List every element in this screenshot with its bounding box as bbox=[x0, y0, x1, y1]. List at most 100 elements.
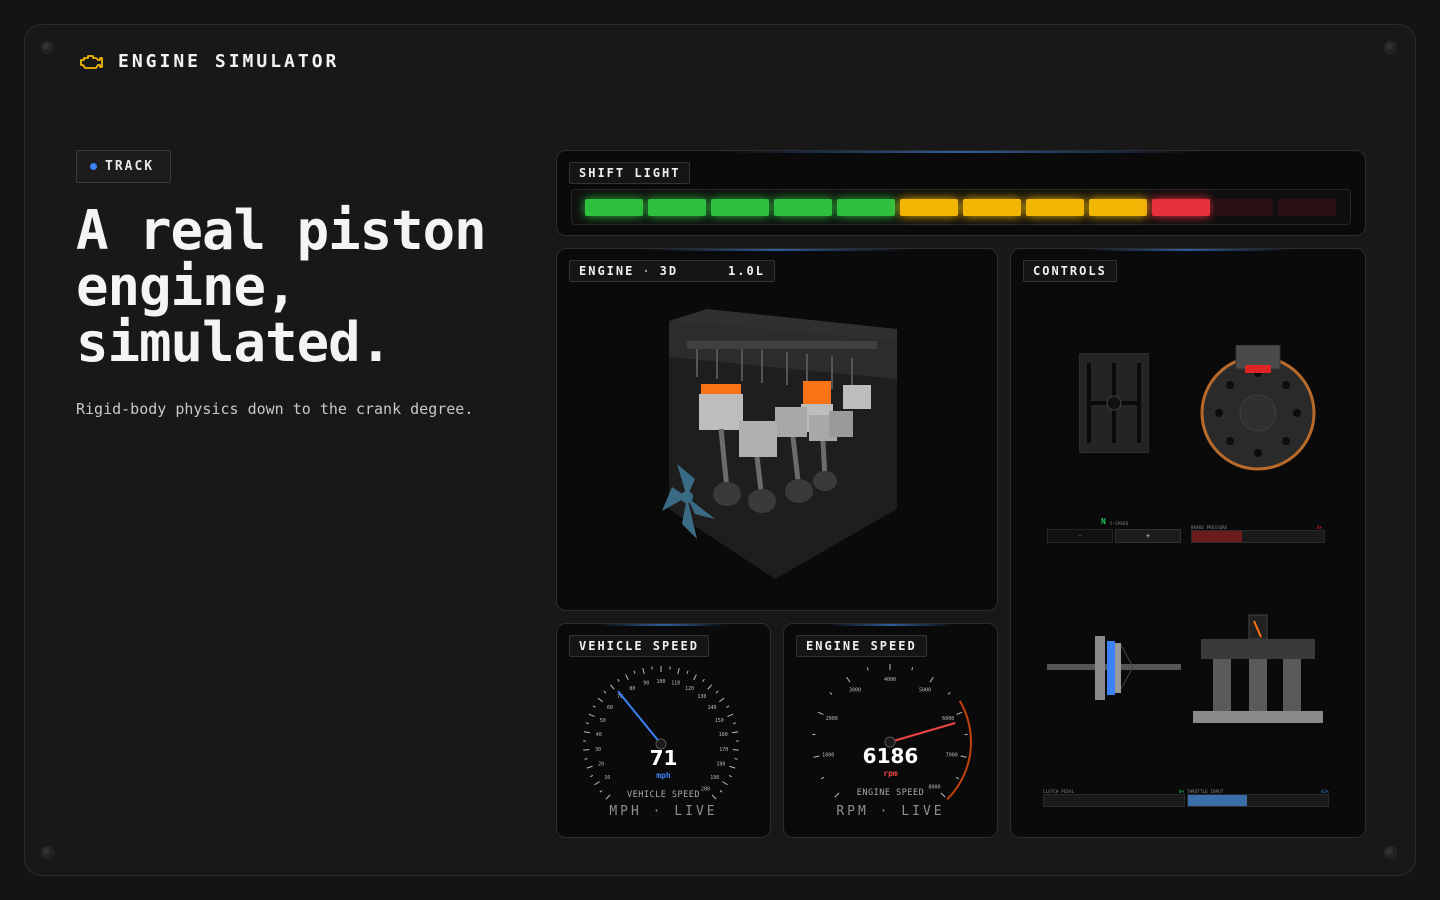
speed-tick-label: 120 bbox=[685, 686, 694, 692]
current-gear: N bbox=[1101, 517, 1107, 526]
panel-label: SHIFT LIGHT bbox=[569, 162, 691, 184]
rpm-tick-label: 4000 bbox=[884, 677, 896, 683]
engine-3d-viewport[interactable] bbox=[557, 249, 998, 611]
status-dot-icon bbox=[90, 163, 97, 170]
shift-led-1 bbox=[585, 198, 643, 216]
speed-unit: mph bbox=[656, 771, 671, 780]
speed-tick-label: 40 bbox=[596, 732, 602, 738]
shift-led-11 bbox=[1215, 198, 1273, 216]
gear-caption: 5-SPEED bbox=[1110, 521, 1129, 526]
screw-icon bbox=[1384, 41, 1397, 54]
speed-tick bbox=[583, 731, 590, 734]
shift-led-10 bbox=[1152, 198, 1210, 216]
screw-icon bbox=[1384, 846, 1397, 859]
brake-pressure-fill bbox=[1192, 531, 1243, 542]
brake-disc[interactable] bbox=[1199, 345, 1317, 471]
rpm-tick bbox=[947, 692, 951, 695]
gear-up-button[interactable]: + bbox=[1115, 529, 1181, 543]
speed-tick bbox=[693, 674, 697, 681]
speed-tick bbox=[585, 722, 589, 725]
rpm-caption: ENGINE SPEED bbox=[856, 788, 925, 798]
shift-led-12 bbox=[1278, 198, 1336, 216]
shift-light-bar bbox=[571, 189, 1351, 225]
screw-icon bbox=[41, 846, 54, 859]
brake-pressure-slider[interactable] bbox=[1191, 530, 1325, 543]
mode-badge[interactable]: TRACK bbox=[76, 150, 171, 183]
speed-tick bbox=[707, 684, 713, 690]
speed-tick bbox=[677, 668, 680, 675]
speed-tick bbox=[715, 690, 719, 694]
speed-tick bbox=[633, 670, 636, 674]
speed-tick bbox=[718, 697, 725, 703]
rpm-value: 6186 bbox=[862, 744, 919, 768]
engine-check-icon bbox=[80, 54, 103, 69]
rpm-tick bbox=[866, 667, 869, 671]
engine-3d-panel[interactable]: ENGINE · 3D 1.0L bbox=[556, 248, 998, 611]
app-title: ENGINE SIMULATOR bbox=[118, 51, 340, 72]
rpm-tick bbox=[911, 667, 914, 671]
speed-tick bbox=[603, 690, 607, 694]
shift-led-7 bbox=[963, 198, 1021, 216]
rpm-tick-label: 2000 bbox=[826, 716, 838, 722]
rpm-needle bbox=[889, 722, 956, 743]
speed-tick bbox=[642, 668, 645, 675]
speed-tick-label: 150 bbox=[715, 718, 724, 724]
speed-tick bbox=[625, 674, 629, 681]
speed-tick bbox=[733, 722, 737, 725]
speed-tick-label: 160 bbox=[719, 732, 728, 738]
speed-tick bbox=[609, 684, 615, 690]
hero-title: A real piston engine, simulated. bbox=[76, 199, 487, 374]
shift-light-panel: SHIFT LIGHT bbox=[556, 150, 1366, 236]
rpm-footer: RPM · LIVE bbox=[836, 804, 945, 819]
rpm-tick-label: 6000 bbox=[942, 716, 954, 722]
shift-led-2 bbox=[648, 198, 706, 216]
speed-tick-label: 110 bbox=[671, 681, 680, 687]
speed-tick bbox=[702, 678, 705, 682]
speed-tick bbox=[686, 670, 689, 674]
throttle-input-fill bbox=[1188, 795, 1247, 806]
throttle-input-slider[interactable] bbox=[1187, 794, 1329, 807]
shift-led-6 bbox=[900, 198, 958, 216]
shift-led-3 bbox=[711, 198, 769, 216]
gear-shifter[interactable] bbox=[1079, 353, 1149, 453]
throttle-body bbox=[1193, 614, 1323, 723]
shift-led-8 bbox=[1026, 198, 1084, 216]
engine-speed-panel: ENGINE SPEED 1000 2000 3000 4000 5000 6000 700… bbox=[783, 623, 998, 838]
speed-tick bbox=[594, 781, 600, 786]
speed-tick bbox=[722, 781, 728, 786]
speed-tick-label: 130 bbox=[697, 694, 706, 700]
speed-tick-label: 60 bbox=[607, 705, 613, 711]
rpm-tick bbox=[829, 692, 833, 695]
speed-tick bbox=[726, 705, 730, 708]
hero-subtitle: Rigid-body physics down to the crank deg… bbox=[76, 400, 474, 418]
speed-tick-label: 100 bbox=[656, 679, 665, 685]
clutch-pedal-slider[interactable] bbox=[1043, 794, 1185, 807]
speed-tick bbox=[588, 713, 595, 717]
speed-tick-label: 80 bbox=[629, 686, 635, 692]
speed-tick-label: 140 bbox=[707, 705, 716, 711]
rpm-tick bbox=[929, 676, 934, 683]
rpm-tick bbox=[817, 711, 824, 715]
speed-caption: VEHICLE SPEED bbox=[626, 790, 701, 800]
speed-footer: MPH · LIVE bbox=[609, 804, 718, 819]
shift-led-4 bbox=[774, 198, 832, 216]
shift-led-5 bbox=[837, 198, 895, 216]
rpm-tick-label: 5000 bbox=[919, 688, 931, 694]
speed-tick bbox=[597, 697, 604, 703]
shift-led-9 bbox=[1089, 198, 1147, 216]
brand: ENGINE SIMULATOR bbox=[78, 51, 339, 72]
rpm-tick bbox=[846, 676, 851, 683]
clutch-diagram bbox=[1047, 636, 1181, 700]
panel-label: CONTROLS bbox=[1023, 260, 1117, 282]
rpm-tick-label: 3000 bbox=[849, 688, 861, 694]
speed-value: 71 bbox=[649, 746, 678, 770]
controls-panel: CONTROLS N 5-SPEED − + BRAKE PRESSURE 0% bbox=[1010, 248, 1366, 838]
rpm-tick bbox=[956, 711, 963, 715]
screw-icon bbox=[41, 41, 54, 54]
gear-down-button[interactable]: − bbox=[1047, 529, 1113, 543]
speed-tick bbox=[727, 713, 734, 717]
mode-badge-label: TRACK bbox=[105, 159, 155, 174]
rpm-unit: rpm bbox=[883, 769, 898, 778]
speed-needle bbox=[617, 690, 662, 745]
speed-tick bbox=[617, 678, 620, 682]
